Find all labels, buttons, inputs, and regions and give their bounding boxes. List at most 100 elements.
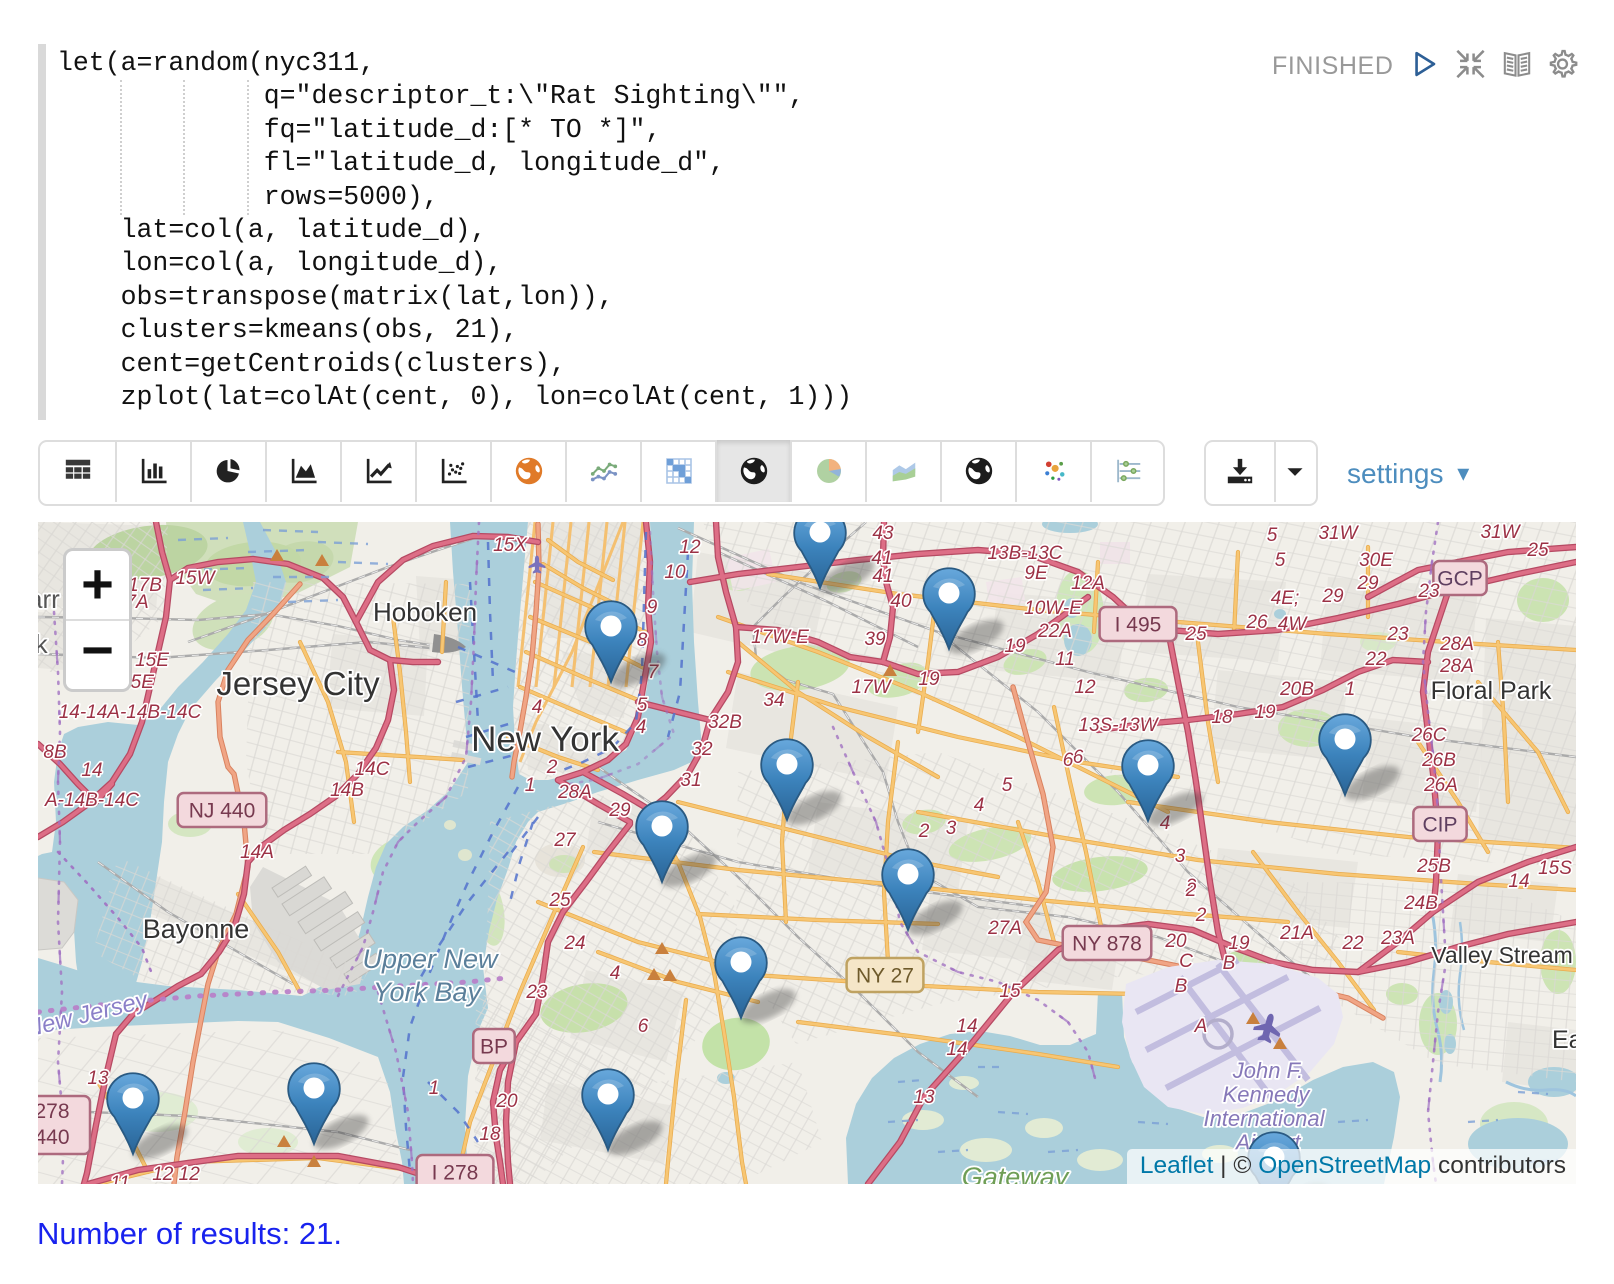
svg-text:15S: 15S [1538,858,1572,879]
svg-text:Floral Park: Floral Park [1431,677,1552,705]
svg-text:26: 26 [1245,612,1268,633]
svg-text:12A: 12A [1071,573,1105,594]
svg-text:Bayonne: Bayonne [143,914,250,944]
svg-text:19: 19 [918,669,940,690]
svg-text:22: 22 [1364,649,1387,670]
svg-text:6: 6 [638,1016,649,1037]
svg-text:B: B [1175,976,1188,997]
svg-text:I 278: I 278 [432,1162,479,1184]
svg-text:40: 40 [890,591,912,612]
svg-text:24B: 24B [1403,893,1438,914]
svg-text:17W: 17W [851,677,892,698]
svg-text:13B-13C: 13B-13C [988,543,1063,564]
svg-text:29: 29 [1356,573,1379,594]
svg-text:43: 43 [872,523,894,544]
svg-text:15: 15 [999,981,1021,1002]
svg-text:John F.: John F. [1232,1058,1304,1083]
svg-text:1: 1 [525,775,536,796]
svg-text:14A: 14A [240,842,274,863]
svg-text:30E: 30E [1359,550,1393,571]
svg-text:A: A [1194,1016,1208,1037]
svg-text:23A: 23A [1380,928,1415,949]
svg-text:31W: 31W [1318,523,1359,544]
svg-text:4E;: 4E; [1271,588,1300,609]
svg-text:23: 23 [1386,624,1409,645]
svg-text:26B: 26B [1421,750,1456,771]
svg-text:C: C [1179,951,1193,972]
svg-text:19: 19 [1228,933,1250,954]
svg-text:12: 12 [1074,677,1096,698]
svg-text:2: 2 [1195,905,1207,926]
svg-text:arr: arr [38,584,60,614]
svg-text:12: 12 [679,537,701,558]
svg-text:29: 29 [608,800,631,821]
svg-text:York Bay: York Bay [373,977,483,1007]
svg-text:28A: 28A [1439,656,1474,677]
svg-text:15E: 15E [135,650,169,671]
svg-text:14B: 14B [330,780,364,801]
svg-text:1: 1 [1345,679,1356,700]
svg-text:32B: 32B [708,712,742,733]
svg-text:13: 13 [913,1087,935,1108]
svg-text:I 495: I 495 [1115,614,1162,637]
svg-text:4: 4 [610,963,621,984]
svg-text:29: 29 [1321,586,1344,607]
svg-text:BP: BP [480,1036,508,1059]
svg-text:Jersey City: Jersey City [216,665,380,702]
svg-text:25: 25 [1184,624,1207,645]
svg-text:22A: 22A [1037,621,1072,642]
svg-text:23: 23 [1417,581,1440,602]
svg-text:2: 2 [546,757,558,778]
svg-text:15X: 15X [493,535,528,556]
svg-text:19: 19 [1254,702,1276,723]
svg-text:15W: 15W [175,568,216,589]
svg-text:12 12: 12 12 [152,1164,200,1184]
svg-text:3: 3 [946,818,957,839]
svg-text:9: 9 [647,597,658,618]
svg-text:4: 4 [974,795,985,816]
svg-text:23: 23 [525,982,548,1003]
svg-text:Hoboken: Hoboken [373,597,477,627]
svg-text:25: 25 [1526,540,1549,561]
svg-text:Kennedy: Kennedy [1223,1082,1312,1107]
svg-text:2: 2 [918,821,930,842]
svg-text:5: 5 [1267,525,1278,546]
svg-text:26C: 26C [1411,725,1447,746]
svg-text:4: 4 [636,717,647,738]
svg-text:27A: 27A [987,918,1022,939]
svg-text:14: 14 [1508,871,1529,892]
svg-text:27: 27 [553,830,577,851]
svg-text:41: 41 [872,566,893,587]
svg-text:20: 20 [495,1091,518,1112]
svg-text:5: 5 [1002,775,1013,796]
svg-text:6: 6 [1063,750,1074,771]
svg-text:34: 34 [763,690,784,711]
svg-text:14: 14 [946,1039,967,1060]
svg-text:20: 20 [1164,931,1187,952]
svg-text:East: East [1552,1026,1576,1054]
svg-text:A-14B-14C: A-14B-14C [44,790,139,811]
svg-text:5: 5 [1275,550,1286,571]
svg-text:CIP: CIP [1422,814,1457,837]
svg-text:17W-E: 17W-E [751,627,809,648]
svg-text:31W: 31W [1480,522,1521,543]
svg-text:Valley Stream: Valley Stream [1431,942,1572,968]
svg-text:8B: 8B [43,742,67,763]
svg-text:rk: rk [38,629,49,659]
svg-text:8: 8 [637,630,648,651]
svg-text:278: 278 [38,1100,70,1123]
svg-text:NY 27: NY 27 [856,965,914,988]
svg-text:11: 11 [110,1173,130,1184]
svg-text:39: 39 [864,629,886,650]
svg-text:28A: 28A [557,782,592,803]
svg-text:21A: 21A [1279,923,1314,944]
svg-text:14: 14 [956,1016,977,1037]
svg-text:14-14A-14B-14C: 14-14A-14B-14C [59,702,202,723]
svg-text:NJ 440: NJ 440 [189,800,256,823]
svg-text:10W-E: 10W-E [1024,598,1082,619]
svg-text:18: 18 [479,1124,501,1145]
svg-text:4W: 4W [1278,614,1309,635]
svg-text:5: 5 [637,695,648,716]
svg-text:25: 25 [548,890,571,911]
svg-text:6: 6 [1073,747,1084,768]
